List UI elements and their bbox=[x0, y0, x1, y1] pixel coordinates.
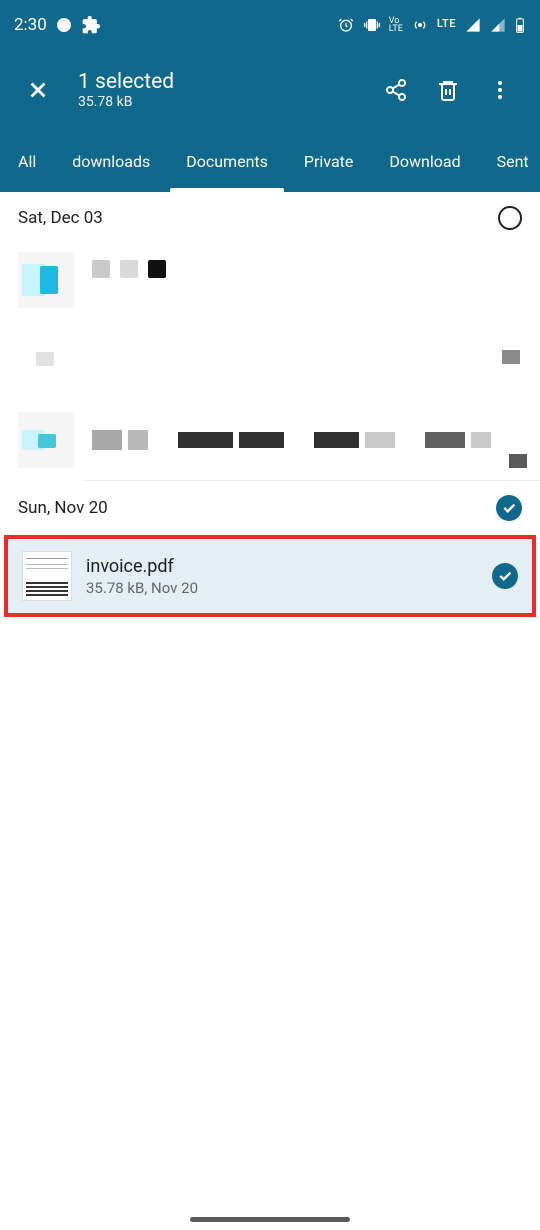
file-row[interactable] bbox=[0, 400, 540, 480]
delete-button[interactable] bbox=[426, 68, 470, 112]
file-row[interactable] bbox=[0, 240, 540, 320]
date-section-header[interactable]: Sat, Dec 03 bbox=[0, 192, 540, 240]
alarm-icon bbox=[337, 17, 355, 33]
battery-icon bbox=[514, 17, 526, 33]
clock-time: 2:30 bbox=[14, 15, 47, 35]
file-thumbnail bbox=[18, 332, 74, 388]
file-row[interactable] bbox=[0, 320, 540, 400]
hotspot-icon bbox=[411, 17, 429, 33]
tab-private[interactable]: Private bbox=[286, 130, 371, 192]
category-tabs: All downloads Documents Private Download… bbox=[0, 130, 540, 192]
close-icon bbox=[25, 77, 51, 103]
vibrate-icon bbox=[363, 17, 381, 33]
date-section-header[interactable]: Sun, Nov 20 bbox=[0, 481, 540, 531]
tab-all[interactable]: All bbox=[0, 130, 54, 192]
file-checked-icon[interactable] bbox=[492, 563, 518, 589]
file-meta: 35.78 kB, Nov 20 bbox=[86, 579, 478, 597]
trash-icon bbox=[436, 78, 460, 102]
nav-handle[interactable] bbox=[190, 1217, 350, 1222]
file-name: invoice.pdf bbox=[86, 556, 478, 577]
signal-icon bbox=[464, 17, 482, 33]
share-button[interactable] bbox=[374, 68, 418, 112]
file-thumbnail bbox=[18, 412, 74, 468]
section-date-label: Sat, Dec 03 bbox=[18, 208, 498, 228]
more-button[interactable] bbox=[478, 68, 522, 112]
tab-documents[interactable]: Documents bbox=[168, 130, 286, 192]
tab-download[interactable]: Download bbox=[371, 130, 478, 192]
redacted-content bbox=[92, 420, 491, 460]
network-lte: LTE bbox=[437, 17, 456, 33]
file-row-selected[interactable]: invoice.pdf 35.78 kB, Nov 20 bbox=[4, 535, 536, 617]
file-list[interactable]: Sat, Dec 03 bbox=[0, 192, 540, 1230]
status-bar: 2:30 VoLTE LTE bbox=[0, 0, 540, 50]
tab-downloads[interactable]: downloads bbox=[54, 130, 168, 192]
pdf-thumbnail bbox=[22, 551, 72, 601]
tab-sent[interactable]: Sent bbox=[479, 130, 540, 192]
notification-dot-icon bbox=[57, 18, 71, 32]
select-all-circle-icon[interactable] bbox=[498, 206, 522, 230]
redacted-content bbox=[509, 430, 527, 450]
close-selection-button[interactable] bbox=[18, 70, 58, 110]
section-date-label: Sun, Nov 20 bbox=[18, 498, 496, 518]
selection-count: 1 selected bbox=[78, 70, 366, 94]
more-vertical-icon bbox=[488, 78, 512, 102]
select-all-checked-icon[interactable] bbox=[496, 495, 522, 521]
selection-app-bar: 1 selected 35.78 kB bbox=[0, 50, 540, 130]
signal-secondary-icon bbox=[490, 17, 506, 33]
share-icon bbox=[384, 78, 408, 102]
volte-icon: VoLTE bbox=[389, 17, 403, 33]
file-thumbnail bbox=[18, 252, 74, 308]
puzzle-icon bbox=[81, 14, 101, 36]
redacted-content bbox=[502, 350, 522, 370]
redacted-content bbox=[92, 260, 522, 300]
selection-size: 35.78 kB bbox=[78, 94, 366, 110]
redacted-content bbox=[92, 340, 484, 380]
